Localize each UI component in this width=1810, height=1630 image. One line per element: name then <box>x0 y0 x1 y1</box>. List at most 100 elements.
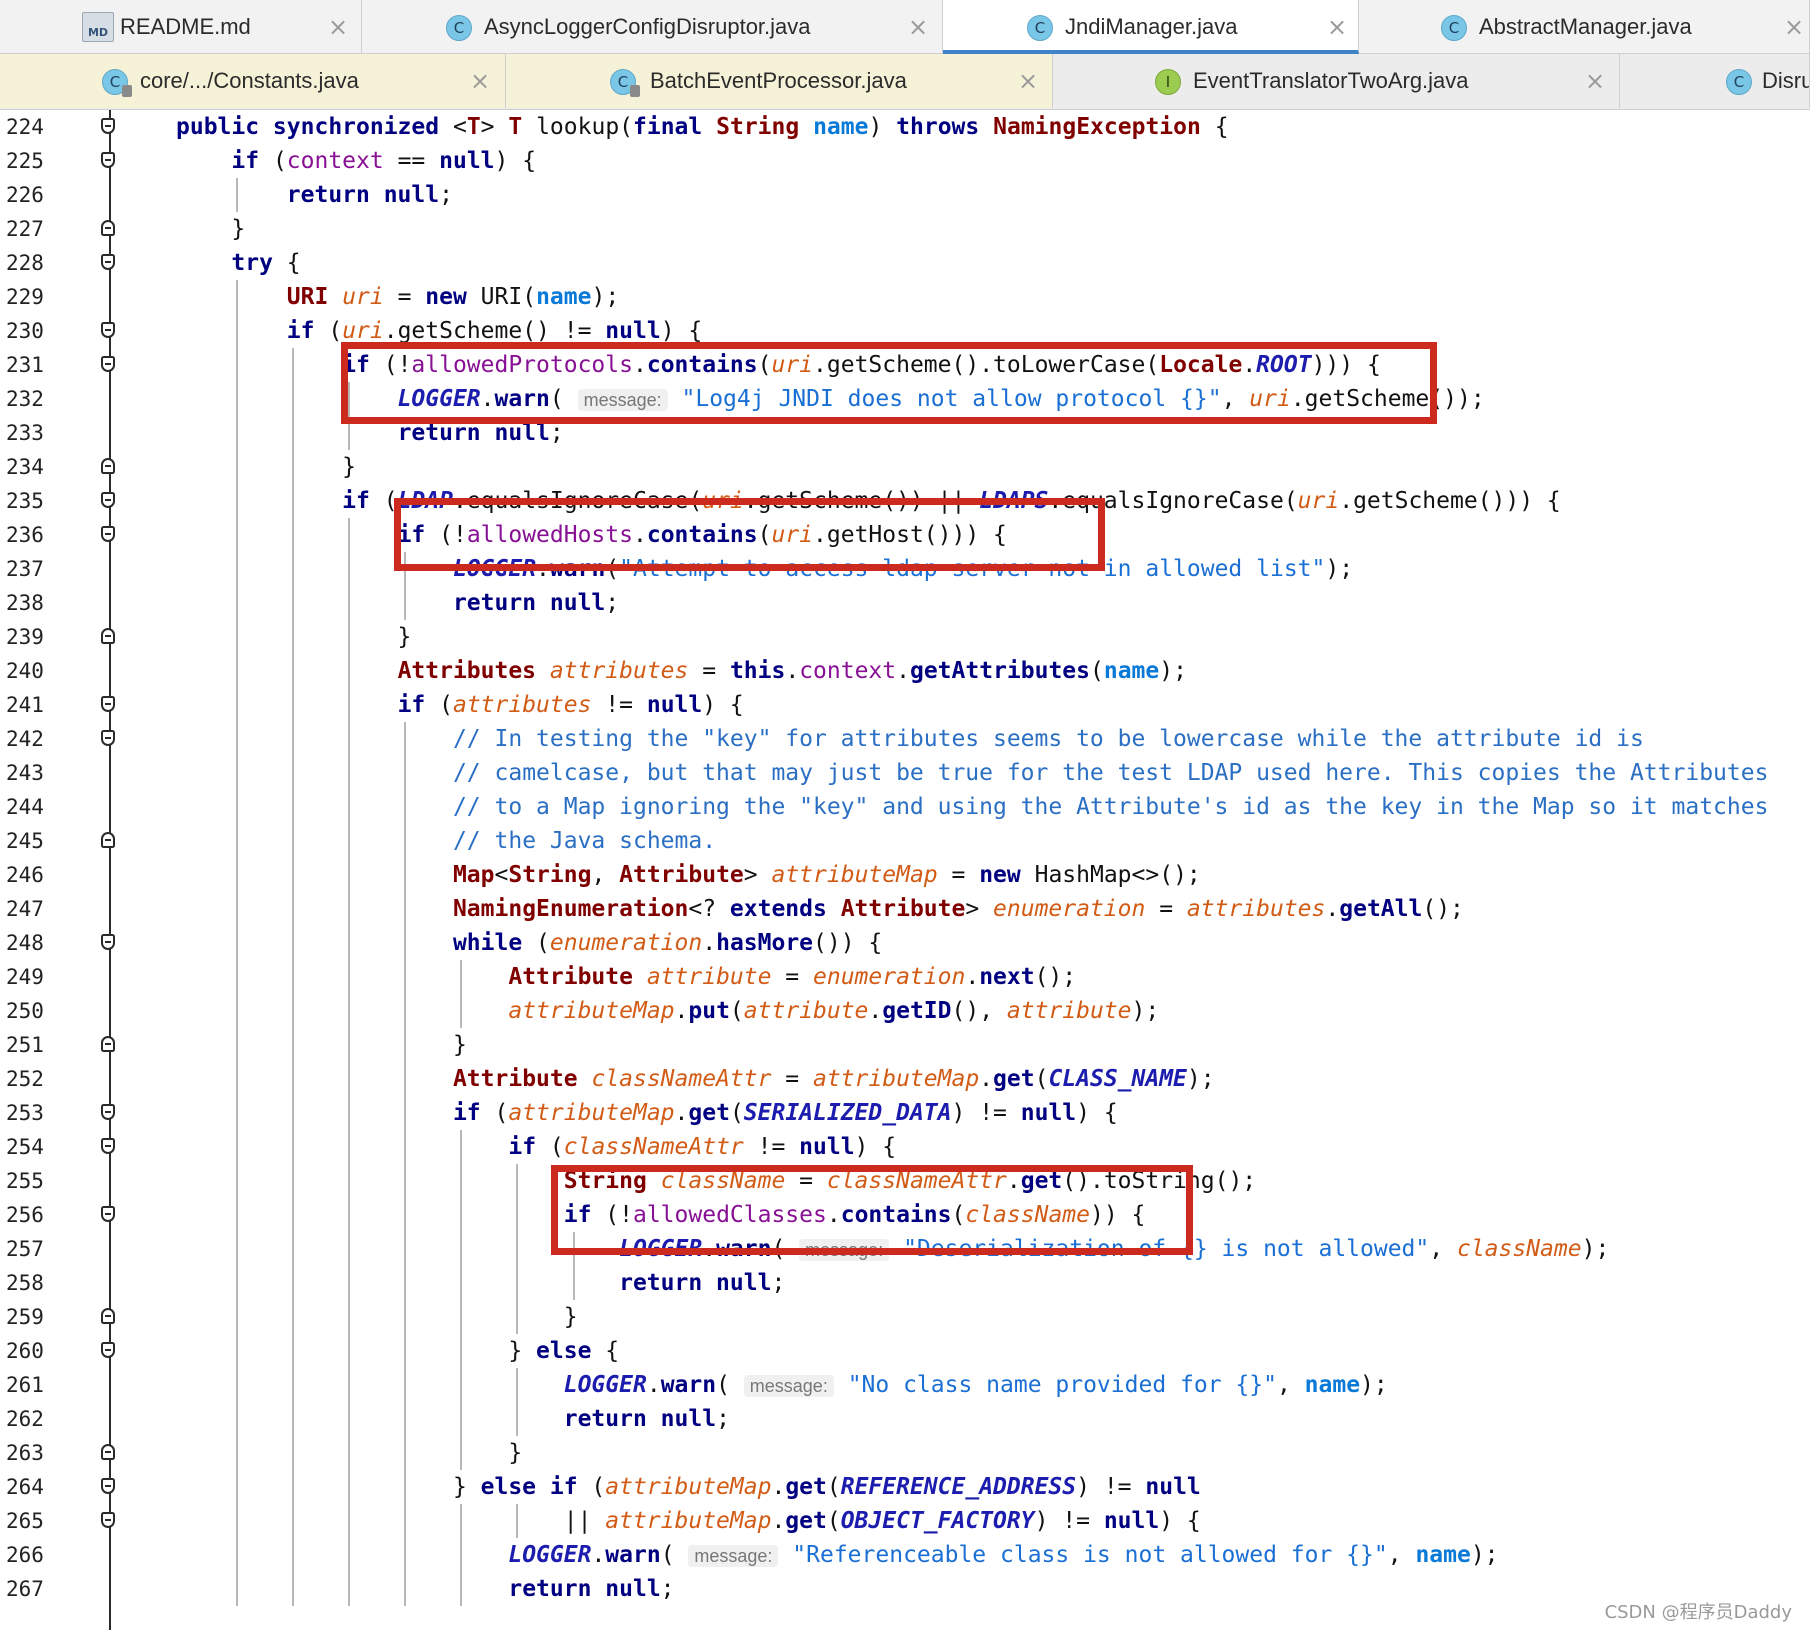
code-text[interactable]: return null; <box>176 1266 785 1300</box>
line-number[interactable]: 248 <box>6 926 66 960</box>
line-number[interactable]: 238 <box>6 586 66 620</box>
line-number[interactable]: 235 <box>6 484 66 518</box>
code-line[interactable]: 258 return null; <box>0 1266 1810 1300</box>
tab-jndimanager-java[interactable]: C JndiManager.java × <box>943 0 1359 54</box>
code-line[interactable]: 257 LOGGER.warn( message: "Deserializati… <box>0 1232 1810 1266</box>
line-number[interactable]: 250 <box>6 994 66 1028</box>
code-text[interactable]: if (attributes != null) { <box>176 688 744 722</box>
code-text[interactable]: || attributeMap.get(OBJECT_FACTORY) != n… <box>176 1504 1201 1538</box>
code-line[interactable]: 234 } <box>0 450 1810 484</box>
fold-expanded-icon[interactable] <box>101 356 115 372</box>
close-tab-icon[interactable]: × <box>470 54 490 108</box>
code-line[interactable]: 238 return null; <box>0 586 1810 620</box>
code-text[interactable]: return null; <box>176 178 453 212</box>
fold-expanded-icon[interactable] <box>101 254 115 270</box>
code-line[interactable]: 253 if (attributeMap.get(SERIALIZED_DATA… <box>0 1096 1810 1130</box>
close-tab-icon[interactable]: × <box>908 0 928 54</box>
code-text[interactable]: public synchronized <T> T lookup(final S… <box>176 110 1229 144</box>
code-text[interactable]: // camelcase, but that may just be true … <box>176 756 1768 790</box>
close-tab-icon[interactable]: × <box>1018 54 1038 108</box>
code-line[interactable]: 241 if (attributes != null) { <box>0 688 1810 722</box>
code-line[interactable]: 259 } <box>0 1300 1810 1334</box>
tab-abstractmanager-java[interactable]: C AbstractManager.java × <box>1359 0 1810 54</box>
code-text[interactable]: Attribute attribute = enumeration.next()… <box>176 960 1076 994</box>
line-number[interactable]: 242 <box>6 722 66 756</box>
line-number[interactable]: 232 <box>6 382 66 416</box>
code-text[interactable]: try { <box>176 246 300 280</box>
code-text[interactable]: } else { <box>176 1334 619 1368</box>
code-text[interactable]: if (uri.getScheme() != null) { <box>176 314 702 348</box>
close-tab-icon[interactable]: × <box>328 0 348 54</box>
line-number[interactable]: 263 <box>6 1436 66 1470</box>
code-text[interactable]: if (classNameAttr != null) { <box>176 1130 896 1164</box>
code-line[interactable]: 244 // to a Map ignoring the "key" and u… <box>0 790 1810 824</box>
close-tab-icon[interactable]: × <box>1784 0 1804 54</box>
code-text[interactable]: } <box>176 212 245 246</box>
code-line[interactable]: 252 Attribute classNameAttr = attributeM… <box>0 1062 1810 1096</box>
line-number[interactable]: 253 <box>6 1096 66 1130</box>
line-number[interactable]: 262 <box>6 1402 66 1436</box>
line-number[interactable]: 241 <box>6 688 66 722</box>
code-text[interactable]: String className = classNameAttr.get().t… <box>176 1164 1256 1198</box>
line-number[interactable]: 254 <box>6 1130 66 1164</box>
code-line[interactable]: 248 while (enumeration.hasMore()) { <box>0 926 1810 960</box>
line-number[interactable]: 236 <box>6 518 66 552</box>
code-line[interactable]: 231 if (!allowedProtocols.contains(uri.g… <box>0 348 1810 382</box>
code-line[interactable]: 224 public synchronized <T> T lookup(fina… <box>0 110 1810 144</box>
code-line[interactable]: 225 if (context == null) { <box>0 144 1810 178</box>
code-line[interactable]: 230 if (uri.getScheme() != null) { <box>0 314 1810 348</box>
line-number[interactable]: 228 <box>6 246 66 280</box>
code-line[interactable]: 256 if (!allowedClasses.contains(classNa… <box>0 1198 1810 1232</box>
code-line[interactable]: 236 if (!allowedHosts.contains(uri.getHo… <box>0 518 1810 552</box>
fold-end-icon[interactable] <box>101 1444 115 1460</box>
line-number[interactable]: 260 <box>6 1334 66 1368</box>
code-line[interactable]: 255 String className = classNameAttr.get… <box>0 1164 1810 1198</box>
fold-expanded-icon[interactable] <box>101 1138 115 1154</box>
line-number[interactable]: 230 <box>6 314 66 348</box>
fold-end-icon[interactable] <box>101 458 115 474</box>
code-text[interactable]: while (enumeration.hasMore()) { <box>176 926 882 960</box>
fold-end-icon[interactable] <box>101 832 115 848</box>
code-line[interactable]: 229 URI uri = new URI(name); <box>0 280 1810 314</box>
code-text[interactable]: } else if (attributeMap.get(REFERENCE_AD… <box>176 1470 1201 1504</box>
line-number[interactable]: 231 <box>6 348 66 382</box>
code-line[interactable]: 237 LOGGER.warn("Attempt to access ldap … <box>0 552 1810 586</box>
code-text[interactable]: // to a Map ignoring the "key" and using… <box>176 790 1768 824</box>
code-text[interactable]: URI uri = new URI(name); <box>176 280 619 314</box>
line-number[interactable]: 240 <box>6 654 66 688</box>
code-text[interactable]: LOGGER.warn( message: "Deserialization o… <box>176 1232 1609 1267</box>
code-text[interactable]: Attribute classNameAttr = attributeMap.g… <box>176 1062 1215 1096</box>
line-number[interactable]: 229 <box>6 280 66 314</box>
line-number[interactable]: 239 <box>6 620 66 654</box>
code-line[interactable]: 266 LOGGER.warn( message: "Referenceable… <box>0 1538 1810 1572</box>
code-text[interactable]: if (LDAP.equalsIgnoreCase(uri.getScheme(… <box>176 484 1561 518</box>
code-line[interactable]: 226 return null; <box>0 178 1810 212</box>
code-line[interactable]: 267 return null; <box>0 1572 1810 1606</box>
fold-expanded-icon[interactable] <box>101 492 115 508</box>
code-line[interactable]: 265 || attributeMap.get(OBJECT_FACTORY) … <box>0 1504 1810 1538</box>
fold-end-icon[interactable] <box>101 1308 115 1324</box>
code-line[interactable]: 239 } <box>0 620 1810 654</box>
code-line[interactable]: 228 try { <box>0 246 1810 280</box>
tab-eventtranslatortwoarg-java[interactable]: I EventTranslatorTwoArg.java × <box>1053 54 1620 108</box>
fold-expanded-icon[interactable] <box>101 526 115 542</box>
line-number[interactable]: 246 <box>6 858 66 892</box>
line-number[interactable]: 227 <box>6 212 66 246</box>
tab-core-constants-java[interactable]: Ccore/.../Constants.java × <box>0 54 506 108</box>
code-line[interactable]: 227 } <box>0 212 1810 246</box>
code-line[interactable]: 235 if (LDAP.equalsIgnoreCase(uri.getSch… <box>0 484 1810 518</box>
fold-end-icon[interactable] <box>101 1036 115 1052</box>
fold-expanded-icon[interactable] <box>101 152 115 168</box>
line-number[interactable]: 258 <box>6 1266 66 1300</box>
code-line[interactable]: 233 return null; <box>0 416 1810 450</box>
code-line[interactable]: 242 // In testing the "key" for attribut… <box>0 722 1810 756</box>
fold-end-icon[interactable] <box>101 220 115 236</box>
line-number[interactable]: 266 <box>6 1538 66 1572</box>
tab-batcheventprocessor-java[interactable]: C BatchEventProcessor.java × <box>506 54 1053 108</box>
code-line[interactable]: 264 } else if (attributeMap.get(REFERENC… <box>0 1470 1810 1504</box>
fold-end-icon[interactable] <box>101 628 115 644</box>
line-number[interactable]: 261 <box>6 1368 66 1402</box>
code-line[interactable]: 263 } <box>0 1436 1810 1470</box>
close-tab-icon[interactable]: × <box>1585 54 1605 108</box>
fold-expanded-icon[interactable] <box>101 322 115 338</box>
